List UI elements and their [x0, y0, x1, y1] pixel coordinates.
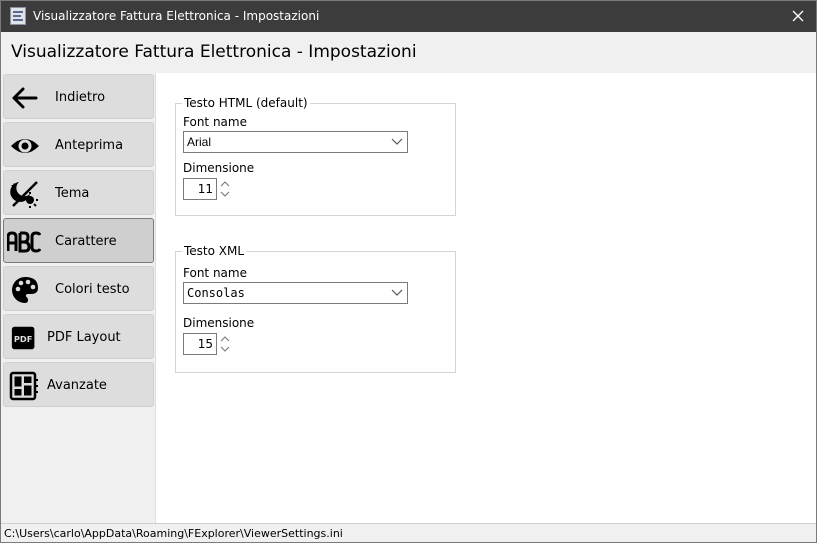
- sidebar-item-label: Avanzate: [47, 378, 107, 393]
- pdf-icon: PDF: [11, 326, 35, 350]
- sidebar-item-label: Anteprima: [55, 138, 124, 153]
- size-field[interactable]: 11: [183, 178, 217, 200]
- sidebar-item-label: Colori testo: [55, 282, 130, 297]
- size-label: Dimensione: [183, 161, 255, 175]
- close-icon: [792, 10, 804, 22]
- close-button[interactable]: [780, 1, 816, 32]
- sidebar-item-avanzate[interactable]: Avanzate: [3, 362, 154, 407]
- font-name-value: Consolas: [187, 286, 245, 300]
- settings-window: Visualizzatore Fattura Elettronica - Imp…: [0, 0, 817, 543]
- theme-icon: [10, 181, 38, 208]
- sidebar-item-pdf-layout[interactable]: PDF PDF Layout: [3, 314, 154, 359]
- font-name-select[interactable]: Consolas: [183, 282, 408, 304]
- sidebar-item-carattere[interactable]: Carattere: [3, 218, 154, 263]
- stepper-down-icon[interactable]: [218, 189, 232, 200]
- page-header: Visualizzatore Fattura Elettronica - Imp…: [1, 32, 816, 73]
- eye-icon: [11, 139, 39, 153]
- xml-text-group: Testo XML Font name Consolas Dimensione …: [175, 244, 456, 373]
- settings-file-path: C:\Users\carlo\AppData\Roaming\FExplorer…: [4, 527, 343, 540]
- sidebar-item-indietro[interactable]: Indietro: [3, 74, 154, 119]
- font-name-value: Arial: [187, 135, 212, 149]
- status-bar: C:\Users\carlo\AppData\Roaming\FExplorer…: [1, 523, 816, 542]
- window-title: Visualizzatore Fattura Elettronica - Imp…: [33, 9, 320, 23]
- sidebar-item-colori-testo[interactable]: Colori testo: [3, 266, 154, 311]
- stepper-up-icon[interactable]: [218, 333, 232, 344]
- app-icon: [10, 7, 26, 25]
- page-title: Visualizzatore Fattura Elettronica - Imp…: [11, 42, 417, 62]
- sidebar-item-label: Tema: [55, 186, 90, 201]
- font-name-label: Font name: [183, 115, 247, 129]
- size-value: 15: [197, 337, 213, 351]
- size-field[interactable]: 15: [183, 333, 217, 355]
- settings-content: Testo HTML (default) Font name Arial Dim…: [157, 73, 816, 523]
- html-text-group: Testo HTML (default) Font name Arial Dim…: [175, 96, 456, 216]
- size-stepper[interactable]: 15: [183, 333, 233, 355]
- arrow-left-icon: [12, 87, 38, 109]
- size-value: 11: [197, 182, 213, 196]
- svg-text:PDF: PDF: [14, 334, 32, 344]
- sidebar-item-label: Indietro: [55, 90, 106, 105]
- chevron-down-icon: [391, 138, 403, 145]
- title-bar[interactable]: Visualizzatore Fattura Elettronica - Imp…: [1, 1, 816, 32]
- sidebar: Indietro Anteprima Tema Carattere Colori…: [1, 73, 156, 523]
- sidebar-item-tema[interactable]: Tema: [3, 170, 154, 215]
- dashboard-icon: [9, 371, 38, 401]
- palette-icon: [12, 277, 38, 303]
- stepper-down-icon[interactable]: [218, 344, 232, 355]
- font-name-select[interactable]: Arial: [183, 131, 408, 153]
- size-stepper[interactable]: 11: [183, 178, 233, 200]
- sidebar-item-label: PDF Layout: [47, 330, 121, 345]
- abc-font-icon: [7, 231, 41, 253]
- size-label: Dimensione: [183, 316, 255, 330]
- group-legend: Testo XML: [182, 244, 247, 258]
- sidebar-item-anteprima[interactable]: Anteprima: [3, 122, 154, 167]
- sidebar-item-label: Carattere: [55, 234, 117, 249]
- stepper-up-icon[interactable]: [218, 178, 232, 189]
- group-legend: Testo HTML (default): [182, 96, 310, 110]
- chevron-down-icon: [391, 289, 403, 296]
- font-name-label: Font name: [183, 266, 247, 280]
